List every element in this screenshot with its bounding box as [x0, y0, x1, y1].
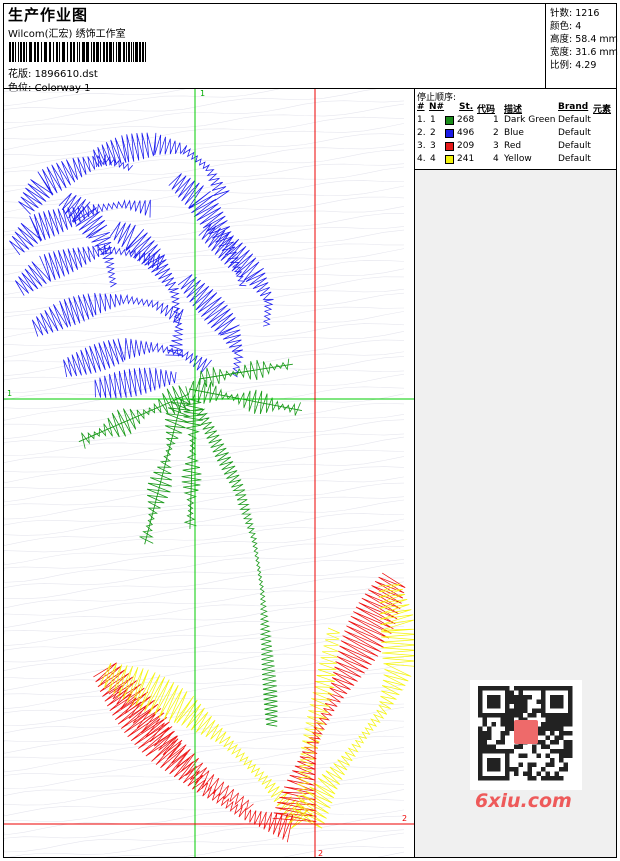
guide-label-v2: 2 — [318, 849, 323, 857]
col-header-brand: Brand — [558, 102, 589, 112]
stat-stitches: 针数: 1216 — [550, 5, 599, 19]
table-row: 3. 3 209 3 Red Default — [415, 141, 616, 154]
background-texture — [4, 89, 405, 857]
color-swatch — [445, 129, 454, 138]
guide-label-v1: 1 — [200, 89, 205, 98]
color-swatch — [445, 155, 454, 164]
stat-height: 高度: 58.4 mm — [550, 31, 618, 45]
cell-st: 241 — [457, 154, 475, 164]
company-name: Wilcom(汇宏) 绣饰工作室 — [8, 29, 126, 40]
guide-label-h2: 2 — [402, 814, 407, 823]
cell-no: 2 — [430, 128, 436, 138]
col-header-desc: 描述 — [504, 105, 523, 115]
cell-st: 209 — [457, 141, 475, 151]
cell-idx: 3. — [417, 141, 426, 151]
cell-desc: Yellow — [504, 154, 532, 164]
cell-no: 4 — [430, 154, 436, 164]
cell-desc: Dark Green — [504, 115, 556, 125]
cell-code: 1 — [493, 115, 499, 125]
page-title: 生产作业图 — [8, 6, 89, 24]
col-header-idx: # — [417, 102, 425, 112]
cell-idx: 1. — [417, 115, 426, 125]
table-row: 2. 2 496 2 Blue Default — [415, 128, 616, 141]
header: 生产作业图 Wilcom(汇宏) 绣饰工作室 花版: 1896610.dst 色… — [6, 4, 544, 94]
design-file: 花版: 1896610.dst — [8, 65, 98, 80]
cell-idx: 4. — [417, 154, 426, 164]
stat-value: 4.29 — [575, 60, 597, 71]
col-header-code: 代码 — [477, 105, 496, 115]
cell-brand: Default — [558, 115, 591, 125]
stats-box: 针数: 1216 颜色: 4 高度: 58.4 mm 宽度: 31.6 mm 比… — [545, 3, 618, 89]
cell-no: 3 — [430, 141, 436, 151]
cell-no: 1 — [430, 115, 436, 125]
qr-code — [470, 680, 582, 790]
color-swatch — [445, 116, 454, 125]
cell-desc: Red — [504, 141, 522, 151]
stat-label: 比例: — [550, 60, 573, 71]
stop-sequence-table: 停止顺序: # N# St. 代码 描述 Brand 元素 1. 1 268 1… — [415, 89, 616, 170]
cell-code: 4 — [493, 154, 499, 164]
stat-ratio: 比例: 4.29 — [550, 57, 596, 71]
cell-st: 268 — [457, 115, 475, 125]
color-swatch — [445, 142, 454, 151]
cell-desc: Blue — [504, 128, 524, 138]
table-row: 1. 1 268 1 Dark Green Default — [415, 115, 616, 128]
watermark: 6xiu.com — [475, 790, 572, 812]
col-header-element: 元素 — [593, 105, 612, 115]
embroidery-preview: 1 1 2 2 — [4, 89, 414, 857]
table-row: 4. 4 241 4 Yellow Default — [415, 154, 616, 167]
cell-brand: Default — [558, 141, 591, 151]
design-canvas[interactable]: 1 1 2 2 — [4, 89, 415, 857]
cell-idx: 2. — [417, 128, 426, 138]
cell-brand: Default — [558, 128, 591, 138]
col-header-no: N# — [429, 102, 445, 112]
guide-label-h1: 1 — [7, 389, 12, 398]
stat-colors: 颜色: 4 — [550, 18, 581, 32]
cell-code: 2 — [493, 128, 499, 138]
barcode — [9, 42, 146, 62]
cell-st: 496 — [457, 128, 475, 138]
cell-code: 3 — [493, 141, 499, 151]
cell-brand: Default — [558, 154, 591, 164]
stat-width: 宽度: 31.6 mm — [550, 44, 618, 58]
col-header-st: St. — [459, 102, 474, 112]
